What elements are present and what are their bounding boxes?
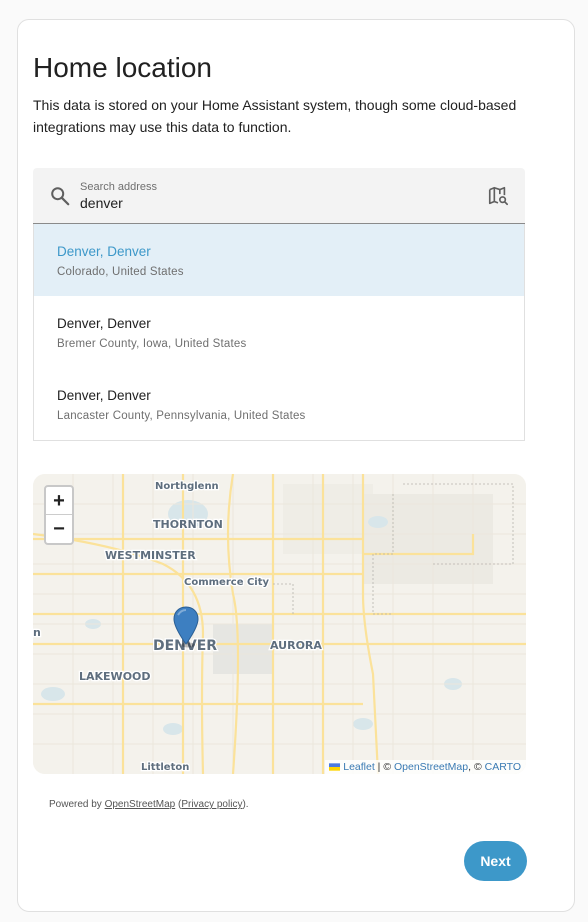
leaflet-link[interactable]: Leaflet [343, 761, 375, 773]
map-label-littleton: Littleton [141, 762, 189, 773]
map-label-edge: n [33, 626, 41, 639]
result-primary: Denver, Denver [57, 244, 151, 259]
powered-by-text: Powered by OpenStreetMap (Privacy policy… [49, 799, 249, 810]
attribution-separator: , © [468, 761, 485, 773]
map-label-aurora: AURORA [270, 639, 322, 652]
result-item[interactable]: Denver, Denver Lancaster County, Pennsyl… [34, 368, 524, 440]
result-item[interactable]: Denver, Denver Bremer County, Iowa, Unit… [34, 296, 524, 368]
powered-prefix: Powered by [49, 799, 105, 810]
map-label-northglenn: Northglenn [155, 481, 219, 492]
zoom-control: + − [44, 485, 74, 545]
search-icon [51, 187, 70, 206]
attribution-separator: | © [374, 761, 394, 773]
carto-link[interactable]: CARTO [485, 761, 521, 773]
map-label-thornton: THORNTON [153, 518, 223, 531]
page-title: Home location [33, 52, 212, 83]
result-secondary: Bremer County, Iowa, United States [57, 338, 247, 350]
onboarding-card [17, 19, 575, 912]
result-primary: Denver, Denver [57, 388, 151, 403]
result-secondary: Colorado, United States [57, 266, 184, 278]
map-labels: Northglenn THORNTON WESTMINSTER Commerce… [33, 480, 324, 774]
search-address-field[interactable]: Search address denver [33, 168, 525, 224]
map-search-icon[interactable] [487, 185, 509, 207]
page-description: This data is stored on your Home Assista… [33, 97, 517, 135]
map-label-commerce-city: Commerce City [184, 577, 270, 588]
result-item[interactable]: Denver, Denver Colorado, United States [34, 224, 524, 296]
powered-paren-close: ). [242, 799, 249, 810]
result-primary: Denver, Denver [57, 316, 151, 331]
map-attribution: Leaflet | © OpenStreetMap, © CARTO [325, 760, 526, 774]
search-label: Search address [80, 181, 158, 193]
map-label-westminster: WESTMINSTER [105, 549, 196, 562]
privacy-policy-link[interactable]: Privacy policy [181, 799, 242, 810]
next-button[interactable]: Next [464, 841, 527, 881]
location-marker-icon[interactable] [173, 606, 199, 648]
location-map[interactable]: Northglenn THORNTON WESTMINSTER Commerce… [33, 474, 526, 774]
zoom-out-button[interactable]: − [46, 515, 72, 543]
search-results-list: Denver, Denver Colorado, United States D… [33, 224, 525, 441]
osm-attribution-link[interactable]: OpenStreetMap [394, 761, 468, 773]
zoom-in-button[interactable]: + [46, 487, 72, 515]
result-secondary: Lancaster County, Pennsylvania, United S… [57, 410, 306, 422]
openstreetmap-link[interactable]: OpenStreetMap [105, 799, 176, 810]
map-label-lakewood: LAKEWOOD [79, 670, 151, 683]
ukraine-flag-icon [329, 763, 341, 771]
search-input[interactable]: denver [80, 195, 123, 211]
